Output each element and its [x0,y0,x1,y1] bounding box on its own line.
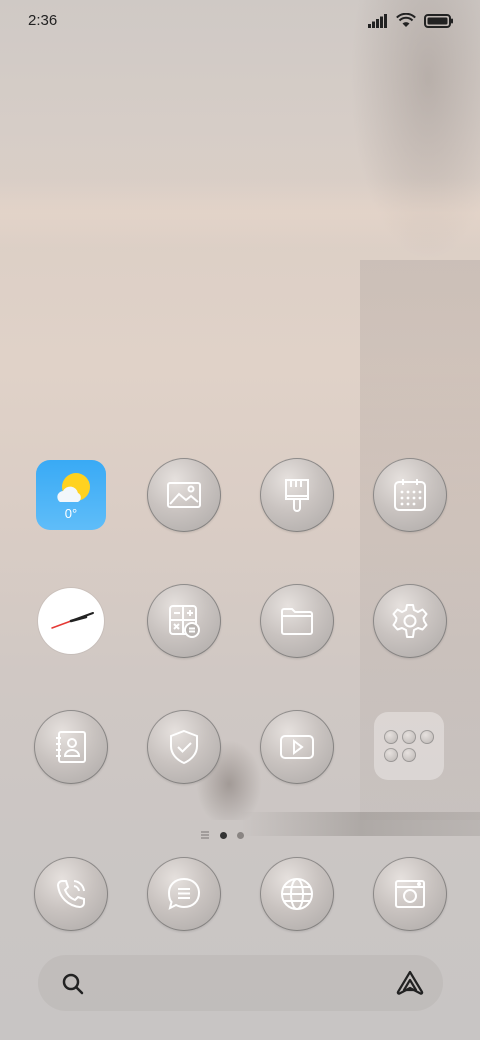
page-indicator[interactable] [200,830,244,840]
app-folder[interactable] [374,712,444,780]
folder-mini-icon [402,748,416,762]
status-bar: 2:36 [0,0,480,42]
play-icon [280,735,314,759]
video-app[interactable] [260,710,334,784]
globe-icon [281,878,313,910]
folder-mini-icon [402,730,416,744]
camera-icon [395,880,425,908]
themes-app[interactable] [260,458,334,532]
folder-mini-icon [420,730,434,744]
clock-app[interactable] [38,588,104,654]
weather-widget[interactable]: 0° [36,460,106,530]
clock-icon [51,612,94,629]
settings-app[interactable] [373,584,447,658]
calculator-app[interactable] [147,584,221,658]
list-view-icon[interactable] [200,830,210,840]
wifi-icon [396,13,416,27]
camera-app[interactable] [373,857,447,931]
page-dot[interactable] [237,831,244,839]
folder-mini-icon [384,748,398,762]
folder-icon [281,608,313,635]
phone-icon [56,880,85,909]
browser-app[interactable] [260,857,334,931]
weather-icon [57,473,90,502]
messages-app[interactable] [147,857,221,931]
folder-mini-icon [384,730,398,744]
shield-icon [170,729,198,765]
gallery-app[interactable] [147,458,221,532]
files-app[interactable] [260,584,334,658]
gear-icon [392,604,428,638]
search-bar[interactable] [38,955,443,1011]
status-time: 2:36 [28,12,58,29]
calendar-app[interactable] [373,458,447,532]
security-app[interactable] [147,710,221,784]
chat-icon [167,877,201,910]
weather-temperature: 0° [64,506,78,521]
paintbrush-icon [285,479,309,512]
signal-icon [368,13,387,28]
page-dot-active[interactable] [220,831,227,839]
calendar-icon [394,479,426,511]
contacts-icon [56,731,86,763]
image-icon [167,482,201,508]
assistant-icon[interactable] [395,969,425,997]
calculator-icon [169,605,200,638]
phone-app[interactable] [34,857,108,931]
contacts-app[interactable] [34,710,108,784]
battery-icon [424,13,453,28]
search-icon [62,973,84,995]
